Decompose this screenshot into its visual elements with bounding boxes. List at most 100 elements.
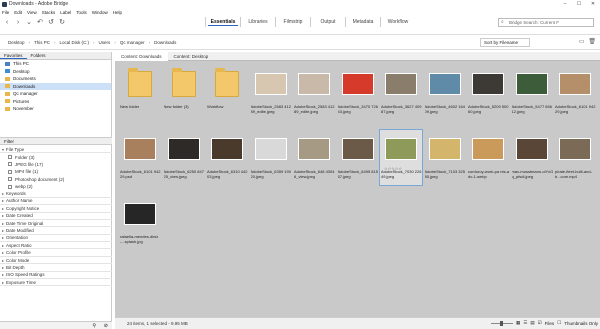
grid-view-icon[interactable]: ▦ bbox=[516, 320, 520, 326]
filter-type-item[interactable]: webp (2) bbox=[0, 183, 112, 190]
filter-keywords[interactable]: ▸ Keywords bbox=[0, 190, 112, 198]
delete-icon[interactable]: 🗑 bbox=[588, 38, 596, 45]
favorite-desktop[interactable]: Desktop bbox=[0, 68, 111, 76]
checkbox[interactable] bbox=[8, 162, 12, 167]
tab-metadata[interactable]: Metadata bbox=[345, 17, 380, 27]
crumb-this-pc[interactable]: This PC bbox=[34, 40, 50, 45]
list-view-icon[interactable]: ☰ bbox=[523, 320, 527, 326]
crumb-qc-manager[interactable]: Qc manager bbox=[120, 40, 145, 45]
image-thumbnail[interactable]: AdobeStock_6101 94229.psd bbox=[119, 130, 161, 185]
crumb-local-disk[interactable]: Local Disk (C:) bbox=[60, 40, 90, 45]
filter-color-mode[interactable]: ▸ Color Mode bbox=[0, 257, 112, 265]
folder-preview bbox=[123, 67, 157, 101]
filter-iso[interactable]: ▸ ISO Speed Ratings bbox=[0, 272, 112, 280]
image-thumbnail[interactable]: AdobeStock_7030 22649.jpeg ☆☆☆☆☆ bbox=[379, 129, 423, 186]
filter-orientation[interactable]: ▸ Orientation bbox=[0, 235, 112, 243]
rotate-left-icon[interactable]: ↺ bbox=[47, 19, 55, 27]
search-placeholder: Bridge Search: Current F bbox=[509, 20, 560, 25]
filter-label: Keywords bbox=[6, 191, 26, 197]
image-thumbnail[interactable]: AdobeStock_2583 41289_edite.jpeg bbox=[293, 65, 335, 120]
image-thumbnail[interactable]: AdobeStock_6101 94229.jpeg bbox=[554, 65, 596, 120]
filter-color-profile[interactable]: ▸ Color Profile bbox=[0, 249, 112, 257]
tab-essentials[interactable]: Essentials bbox=[205, 17, 240, 27]
filter-date-time-original[interactable]: ▸ Date Time Original bbox=[0, 220, 112, 228]
favorite-documents[interactable]: Documents bbox=[0, 75, 111, 83]
filter-aspect-ratio[interactable]: ▸ Aspect Ratio bbox=[0, 242, 112, 250]
tab-libraries[interactable]: Libraries bbox=[240, 17, 275, 27]
search-input[interactable]: ⌕ Bridge Search: Current F bbox=[498, 18, 594, 27]
checkbox[interactable] bbox=[8, 155, 12, 160]
image-thumbnail[interactable]: AdobeStock_6359 19020.jpeg bbox=[250, 130, 292, 185]
boomerang-icon[interactable]: ↶ bbox=[36, 19, 44, 27]
filter-date-created[interactable]: ▸ Date Created bbox=[0, 213, 112, 220]
filter-label: Author Name bbox=[6, 198, 33, 204]
image-thumbnail[interactable]: AdobeStock_2583 41289_edite.jpeg bbox=[250, 65, 292, 120]
clear-filter-icon[interactable]: ⊘ bbox=[104, 323, 108, 329]
new-folder-icon[interactable]: ▭ bbox=[579, 38, 585, 45]
image-thumbnail[interactable]: AdobeStock_6310 44203.jpeg bbox=[206, 130, 248, 185]
image-thumbnail[interactable]: rafaella-mendes-diniz-...splash.jpg bbox=[119, 195, 161, 250]
checkbox[interactable] bbox=[8, 169, 12, 174]
files-toggle[interactable]: ☑ bbox=[538, 320, 542, 326]
filter-type-item[interactable]: Photoshop document (2) bbox=[0, 176, 112, 183]
favorite-this-pc[interactable]: This PC bbox=[0, 60, 111, 68]
filter-file-type[interactable]: ▾ File Type bbox=[0, 146, 112, 154]
pin-icon[interactable]: ⚲ bbox=[92, 323, 96, 329]
favorite-pictures[interactable]: Pictures bbox=[0, 98, 111, 106]
filter-type-item[interactable]: Folder (3) bbox=[0, 153, 112, 160]
details-view-icon[interactable]: ▤ bbox=[530, 320, 534, 326]
checkbox[interactable] bbox=[8, 184, 12, 189]
forward-icon[interactable]: › bbox=[14, 19, 22, 27]
checkbox[interactable] bbox=[8, 177, 12, 182]
image-preview bbox=[559, 73, 591, 95]
image-thumbnail[interactable]: AdobeStock_648 43046_view.jpeg bbox=[293, 130, 335, 185]
maximize-icon[interactable]: ☐ bbox=[572, 0, 586, 8]
rating-stars[interactable]: ☆☆☆☆☆ bbox=[384, 166, 402, 171]
thumbnail-size-slider[interactable] bbox=[491, 320, 514, 326]
favorite-qc-manager[interactable]: Qc manager bbox=[0, 90, 111, 98]
tab-content-desktop[interactable]: Content: Desktop bbox=[168, 54, 215, 59]
folder-thumbnail[interactable]: Workflow bbox=[206, 65, 248, 120]
image-thumbnail[interactable]: pirate-fleet-built-and-b...com.mp4 bbox=[554, 130, 596, 185]
tab-folders[interactable]: Folders bbox=[27, 53, 50, 58]
crumb-users[interactable]: Users bbox=[99, 40, 111, 45]
back-icon[interactable]: ‹ bbox=[3, 19, 11, 27]
folder-thumbnail[interactable]: New folder bbox=[119, 65, 161, 120]
filter-type-item[interactable]: JPEG file (17) bbox=[0, 161, 112, 168]
image-thumbnail[interactable]: AdobeStock_6250 84725_view.jpeg bbox=[163, 130, 205, 185]
recent-icon[interactable]: ⌄ bbox=[25, 19, 33, 27]
crumb-downloads[interactable]: Downloads bbox=[154, 40, 176, 45]
tab-content-downloads[interactable]: Content: Downloads bbox=[115, 51, 168, 61]
tab-workflow[interactable]: Workflow bbox=[380, 17, 415, 27]
folder-thumbnail[interactable]: New folder (3) bbox=[163, 65, 205, 120]
crumb-desktop[interactable]: Desktop bbox=[8, 40, 25, 45]
image-thumbnail[interactable]: AdobeStock_3470 72643.jpeg bbox=[337, 65, 379, 120]
image-thumbnail[interactable]: AdobeStock_4602 16409.jpeg bbox=[424, 65, 466, 120]
filter-bit-depth[interactable]: ▸ Bit Depth bbox=[0, 264, 112, 272]
image-thumbnail[interactable]: AdobeStock_3627 40987.jpeg bbox=[380, 65, 422, 120]
thumbs-only-toggle[interactable]: ☐ bbox=[557, 320, 561, 326]
image-thumbnail[interactable]: max-musstmann-oiYxGq_pfsdi.jpeg bbox=[511, 130, 553, 185]
thumbnail-label: AdobeStock_6101 94229.psd bbox=[120, 170, 161, 179]
filter-copyright[interactable]: ▸ Copyright Notice bbox=[0, 205, 112, 213]
image-thumbnail[interactable]: corduroy-work-pa nts-adv-1-webp bbox=[467, 130, 509, 185]
minimize-icon[interactable]: – bbox=[558, 0, 572, 8]
image-frame bbox=[123, 197, 157, 231]
image-thumbnail[interactable]: AdobeStock_5209 50060.jpeg bbox=[467, 65, 509, 120]
filter-author-name[interactable]: ▸ Author Name bbox=[0, 198, 112, 206]
favorite-november[interactable]: November bbox=[0, 105, 111, 113]
image-thumbnail[interactable]: AdobeStock_5477 65612.jpeg bbox=[511, 65, 553, 120]
sort-select[interactable]: Sort by Filename bbox=[480, 38, 530, 47]
tab-favorites[interactable]: Favorites bbox=[0, 53, 27, 59]
favorite-downloads[interactable]: Downloads bbox=[0, 82, 111, 90]
image-thumbnail[interactable]: AdobeStock_6495 81567.jpeg bbox=[337, 130, 379, 185]
filter-label: Date Time Original bbox=[6, 220, 44, 226]
image-thumbnail[interactable]: AdobeStock_7103 32580.jpeg bbox=[424, 130, 466, 185]
filter-type-item[interactable]: MP4 file (1) bbox=[0, 168, 112, 175]
filter-exposure-time[interactable]: ▸ Exposure Time bbox=[0, 279, 112, 287]
tab-output[interactable]: Output bbox=[310, 17, 345, 27]
filter-date-modified[interactable]: ▸ Date Modified bbox=[0, 227, 112, 235]
close-icon[interactable]: ✕ bbox=[586, 0, 600, 8]
tab-filmstrip[interactable]: Filmstrip bbox=[275, 17, 310, 27]
rotate-right-icon[interactable]: ↻ bbox=[58, 19, 66, 27]
